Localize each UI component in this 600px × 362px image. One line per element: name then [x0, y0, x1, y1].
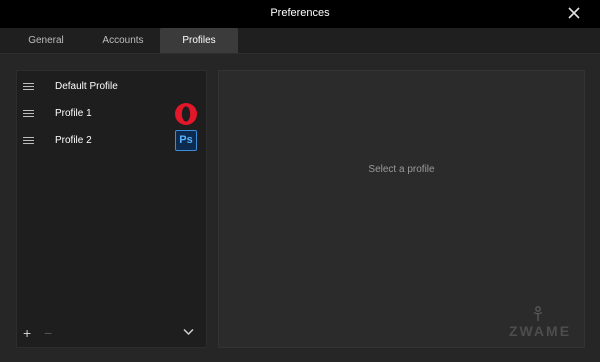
profile-label: Profile 2	[55, 135, 92, 146]
profile-list-panel: Default Profile Profile 1 Profile 2 Ps +…	[16, 70, 207, 348]
add-profile-button[interactable]: +	[23, 326, 31, 340]
title-bar: Preferences	[0, 0, 600, 28]
close-icon[interactable]	[566, 5, 582, 21]
select-profile-placeholder: Select a profile	[368, 164, 435, 175]
drag-handle-icon[interactable]	[23, 137, 34, 144]
profile-label: Default Profile	[55, 81, 118, 92]
zwame-watermark: ZWAME	[509, 306, 571, 339]
opera-icon	[175, 103, 197, 125]
remove-profile-button[interactable]: −	[44, 326, 52, 340]
profile-label: Profile 1	[55, 108, 92, 119]
chevron-down-icon[interactable]	[183, 328, 194, 336]
photoshop-icon: Ps	[175, 130, 197, 151]
window-title: Preferences	[270, 7, 330, 19]
profile-item-default[interactable]: Default Profile	[17, 74, 206, 100]
tab-accounts[interactable]: Accounts	[83, 28, 163, 53]
watermark-text: ZWAME	[509, 323, 571, 339]
profile-item-1[interactable]: Profile 1	[17, 101, 206, 127]
drag-handle-icon[interactable]	[23, 83, 34, 90]
drag-handle-icon[interactable]	[23, 110, 34, 117]
tab-bar: General Accounts Profiles	[0, 28, 600, 54]
tab-profiles[interactable]: Profiles	[160, 28, 238, 53]
profile-item-2[interactable]: Profile 2 Ps	[17, 128, 206, 154]
tab-general[interactable]: General	[0, 28, 92, 53]
